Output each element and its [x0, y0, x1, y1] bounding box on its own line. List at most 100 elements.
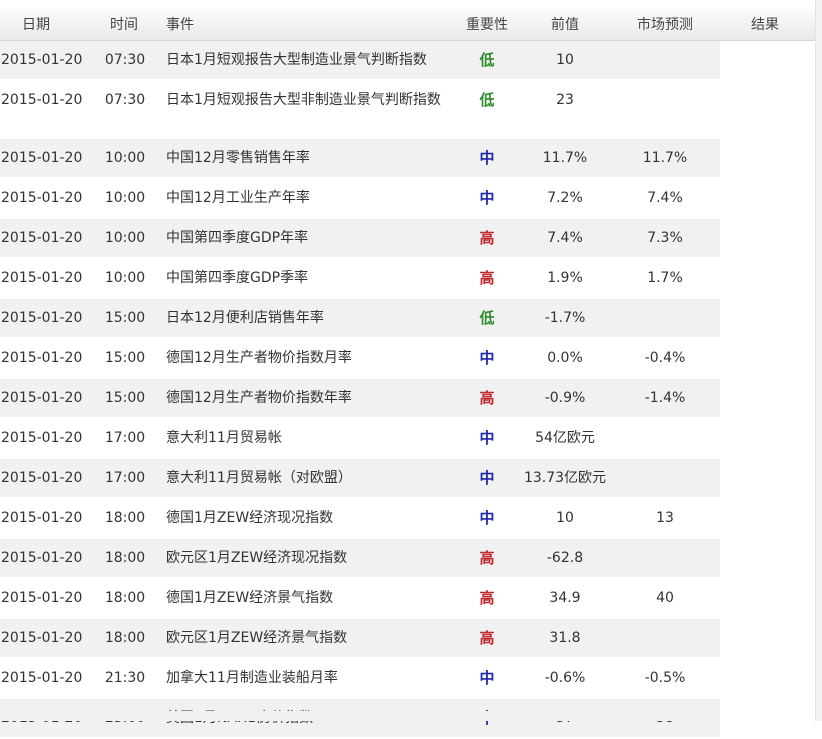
table-row[interactable]: 2015-01-20 15:00 德国12月生产者物价指数年率 高 -0.9% -1.4% — [0, 379, 720, 419]
forecast-cell: 40 — [656, 590, 674, 606]
date-cell: 2015-01-20 — [1, 92, 83, 108]
time-cell: 21:30 — [104, 670, 146, 686]
importance-cell: 中 — [479, 429, 495, 447]
table-row[interactable]: 2015-01-20 18:00 欧元区1月ZEW经济景气指数 高 31.8 — [0, 619, 720, 659]
time-cell: 17:00 — [104, 430, 146, 446]
previous-cell: -0.6% — [544, 670, 586, 686]
previous-cell: 7.4% — [547, 230, 583, 246]
importance-cell: 中 — [479, 189, 495, 207]
importance-cell: 高 — [479, 549, 495, 567]
importance-cell: 中 — [479, 349, 495, 367]
date-cell: 2015-01-20 — [1, 310, 83, 326]
forecast-cell: 7.3% — [647, 230, 683, 246]
event-cell: 日本1月短观报告大型非制造业景气判断指数 — [166, 92, 441, 108]
table-row[interactable]: 2015-01-20 10:00 中国12月工业生产年率 中 7.2% 7.4% — [0, 179, 720, 219]
time-cell: 07:30 — [104, 92, 146, 108]
event-cell: 德国1月ZEW经济景气指数 — [166, 590, 334, 606]
table-row[interactable]: 2015-01-20 18:00 欧元区1月ZEW经济现况指数 高 -62.8 — [0, 539, 720, 579]
date-cell: 2015-01-20 — [1, 190, 83, 206]
event-cell: 德国12月生产者物价指数年率 — [166, 390, 352, 406]
time-cell: 18:00 — [104, 590, 146, 606]
table-row[interactable]: 2015-01-20 18:00 德国1月ZEW经济现况指数 中 10 13 — [0, 499, 720, 539]
event-cell: 德国1月ZEW经济现况指数 — [166, 510, 334, 526]
table-row[interactable]: 2015-01-20 07:30 日本1月短观报告大型制造业景气判断指数 低 10 — [0, 41, 720, 81]
previous-cell: 54亿欧元 — [535, 430, 595, 446]
header-time[interactable]: 时间 — [104, 12, 144, 38]
time-cell: 18:00 — [104, 550, 146, 566]
previous-cell: -1.7% — [544, 310, 586, 326]
time-cell: 15:00 — [104, 310, 146, 326]
time-cell: 10:00 — [104, 230, 146, 246]
forecast-cell: -1.4% — [644, 390, 686, 406]
date-cell: 2015-01-20 — [1, 510, 83, 526]
time-cell: 10:00 — [104, 150, 146, 166]
event-cell: 加拿大11月制造业装船月率 — [166, 670, 338, 686]
previous-cell: 10 — [556, 510, 574, 526]
time-cell: 07:30 — [104, 52, 146, 68]
table-row[interactable]: 2015-01-20 18:00 德国1月ZEW经济景气指数 高 34.9 40 — [0, 579, 720, 619]
importance-cell: 高 — [479, 269, 495, 287]
date-cell: 2015-01-20 — [1, 150, 83, 166]
previous-cell: 23 — [556, 92, 574, 108]
table-row[interactable]: 2015-01-20 21:30 加拿大11月制造业装船月率 中 -0.6% -0.5% — [0, 659, 720, 699]
time-cell: 10:00 — [104, 190, 146, 206]
event-cell: 中国12月工业生产年率 — [166, 190, 310, 206]
importance-cell: 中 — [479, 669, 495, 687]
forecast-cell: 7.4% — [647, 190, 683, 206]
date-cell: 2015-01-20 — [1, 230, 83, 246]
importance-cell: 高 — [479, 229, 495, 247]
header-event[interactable]: 事件 — [166, 12, 456, 38]
event-cell: 日本12月便利店销售年率 — [166, 310, 324, 326]
forecast-cell: -0.4% — [644, 350, 686, 366]
time-cell: 18:00 — [104, 630, 146, 646]
table-row[interactable]: 2015-01-20 10:00 中国第四季度GDP年率 高 7.4% 7.3% — [0, 219, 720, 259]
importance-cell: 中 — [479, 149, 495, 167]
table-row[interactable]: 2015-01-20 07:30 日本1月短观报告大型非制造业景气判断指数 低 23 — [0, 81, 720, 139]
event-cell: 意大利11月贸易帐 — [166, 430, 282, 446]
previous-cell: -62.8 — [546, 550, 584, 566]
previous-cell: 31.8 — [549, 630, 581, 646]
time-cell: 15:00 — [104, 350, 146, 366]
forecast-cell: 11.7% — [642, 150, 688, 166]
date-cell: 2015-01-20 — [1, 270, 83, 286]
table-row[interactable]: 2015-01-20 10:00 中国第四季度GDP季率 高 1.9% 1.7% — [0, 259, 720, 299]
date-cell: 2015-01-20 — [1, 670, 83, 686]
header-importance[interactable]: 重要性 — [459, 12, 515, 38]
event-cell: 中国12月零售销售年率 — [166, 150, 310, 166]
importance-cell: 高 — [479, 589, 495, 607]
previous-cell: 34.9 — [549, 590, 581, 606]
date-cell: 2015-01-20 — [1, 590, 83, 606]
previous-cell: 7.2% — [547, 190, 583, 206]
table-header: 日期 时间 事件 重要性 前值 市场预测 结果 — [0, 10, 822, 41]
table-row[interactable]: 2015-01-20 17:00 意大利11月贸易帐（对欧盟） 中 13.73亿欧元 — [0, 459, 720, 499]
previous-cell: 0.0% — [547, 350, 583, 366]
header-previous[interactable]: 前值 — [515, 12, 615, 38]
importance-cell: 高 — [479, 389, 495, 407]
date-cell: 2015-01-20 — [1, 350, 83, 366]
forecast-cell: 13 — [656, 510, 674, 526]
time-cell: 18:00 — [104, 510, 146, 526]
table-row[interactable]: 2015-01-20 17:00 意大利11月贸易帐 中 54亿欧元 — [0, 419, 720, 459]
event-cell: 德国12月生产者物价指数月率 — [166, 350, 352, 366]
event-cell: 日本1月短观报告大型制造业景气判断指数 — [166, 52, 427, 68]
importance-cell: 低 — [479, 309, 495, 327]
time-cell: 10:00 — [104, 270, 146, 286]
previous-cell: 13.73亿欧元 — [523, 470, 607, 486]
scrollbar-track[interactable] — [815, 0, 822, 721]
importance-cell: 中 — [479, 509, 495, 527]
importance-cell: 高 — [479, 629, 495, 647]
forecast-cell: -0.5% — [644, 670, 686, 686]
header-forecast[interactable]: 市场预测 — [615, 12, 715, 38]
date-cell: 2015-01-20 — [1, 390, 83, 406]
table-row[interactable]: 2015-01-20 10:00 中国12月零售销售年率 中 11.7% 11.7% — [0, 139, 720, 179]
date-cell: 2015-01-20 — [1, 630, 83, 646]
header-result[interactable]: 结果 — [715, 12, 815, 38]
date-cell: 2015-01-20 — [1, 52, 83, 68]
table-row[interactable]: 2015-01-20 15:00 德国12月生产者物价指数月率 中 0.0% -0.4% — [0, 339, 720, 379]
importance-cell: 低 — [479, 51, 495, 69]
previous-cell: 1.9% — [547, 270, 583, 286]
table-row[interactable]: 2015-01-20 15:00 日本12月便利店销售年率 低 -1.7% — [0, 299, 720, 339]
previous-cell: 10 — [556, 52, 574, 68]
date-cell: 2015-01-20 — [1, 430, 83, 446]
event-cell: 中国第四季度GDP季率 — [166, 270, 309, 286]
